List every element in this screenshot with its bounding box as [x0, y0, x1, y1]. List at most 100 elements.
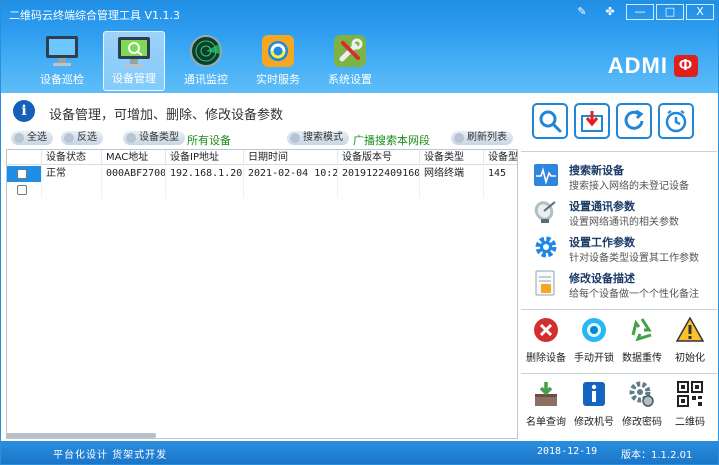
app-window: 二维码云终端综合管理工具 V1.1.3 ✎ ✤ — □ X 设备巡检 设备管理 — [0, 0, 719, 465]
brand-logo: ADMI Φ — [608, 53, 698, 79]
cell-datetime: 2021-02-04 10:24:16 — [243, 166, 337, 182]
device-manage-icon — [114, 34, 154, 70]
clock-button[interactable] — [658, 103, 694, 139]
search-mode-button[interactable]: 搜索模式 — [287, 131, 349, 145]
search-device-icon — [534, 164, 558, 186]
right-panel: 搜索新设备 搜索接入网络的未登记设备 设置通讯参数 设置网络通讯的相关参数 设置… — [521, 97, 717, 439]
table-row[interactable] — [7, 182, 517, 198]
manual-unlock-button[interactable]: 手动开锁 — [571, 310, 617, 366]
cell-datetime — [243, 182, 337, 198]
invert-selection-button[interactable]: 反选 — [61, 131, 103, 145]
change-device-number-button[interactable]: 修改机号 — [571, 374, 617, 430]
tools-icon — [330, 33, 370, 69]
satellite-icon — [534, 201, 556, 223]
action-list: 搜索新设备 搜索接入网络的未登记设备 设置通讯参数 设置网络通讯的相关参数 设置… — [521, 151, 717, 305]
cell-status — [41, 182, 101, 198]
status-bar: 平台化设计 货架式开发 2018-12-19 版本：1.1.2.01 — [1, 441, 718, 464]
qrcode-icon — [677, 381, 703, 407]
minimize-button[interactable]: — — [626, 4, 654, 20]
refresh-icon — [454, 133, 464, 143]
cell-type: 网络终端 — [419, 166, 483, 182]
row-selector — [7, 182, 41, 198]
recycle-icon — [631, 318, 652, 342]
status-date: 2018-12-19 — [537, 446, 598, 457]
nav-device-manage[interactable]: 设备管理 — [103, 31, 165, 91]
nav-realtime-service[interactable]: 实时服务 — [247, 31, 309, 91]
search-new-device-action[interactable]: 搜索新设备 搜索接入网络的未登记设备 — [533, 160, 713, 194]
delete-device-button[interactable]: 删除设备 — [523, 310, 569, 366]
qrcode-button[interactable]: 二维码 — [667, 374, 713, 430]
list-query-button[interactable]: 名单查询 — [523, 374, 569, 430]
invert-icon — [64, 133, 74, 143]
cell-status: 正常 — [41, 166, 101, 182]
operations-row-1: 删除设备 手动开锁 数据重传 初始化 — [521, 309, 717, 369]
device-table: 设备状态 MAC地址 设备IP地址 日期时间 设备版本号 设备类型 设备型号 正… — [6, 149, 518, 439]
skin-icon[interactable]: ✤ — [596, 3, 624, 21]
cell-model: 145 — [483, 166, 517, 182]
col-status[interactable]: 设备状态 — [41, 150, 101, 165]
change-password-button[interactable]: 修改密码 — [619, 374, 665, 430]
search-button[interactable] — [532, 103, 568, 139]
password-gear-icon — [629, 381, 654, 407]
search-mode-icon — [290, 133, 300, 143]
cell-version: 2019122409160100 — [337, 166, 419, 182]
info-icon: i — [13, 100, 35, 122]
cell-ip: 192.168.1.202 — [165, 166, 243, 182]
set-work-params-action[interactable]: 设置工作参数 针对设备类型设置其工作参数 — [533, 232, 713, 266]
search-icon — [539, 110, 562, 133]
refresh-list-button[interactable]: 刷新列表 — [451, 131, 513, 145]
radar-icon — [186, 33, 226, 69]
list-query-icon — [535, 382, 557, 406]
table-header: 设备状态 MAC地址 设备IP地址 日期时间 设备版本号 设备类型 设备型号 — [7, 150, 517, 165]
device-type-value[interactable]: 所有设备 — [187, 132, 231, 148]
monitor-icon — [42, 33, 82, 69]
search-mode-value[interactable]: 广播搜索本网段 — [353, 132, 430, 148]
data-resend-button[interactable]: 数据重传 — [619, 310, 665, 366]
edit-description-action[interactable]: 修改设备描述 给每个设备做一个个性化备注 — [533, 268, 713, 302]
select-all-icon — [14, 133, 24, 143]
table-row[interactable]: 正常 000ABF270031 192.168.1.202 2021-02-04… — [7, 166, 517, 182]
row-checkbox[interactable] — [17, 169, 27, 179]
operations-row-2: 名单查询 修改机号 修改密码 二维码 — [521, 373, 717, 437]
cell-version — [337, 182, 419, 198]
col-model[interactable]: 设备型号 — [483, 150, 517, 165]
nav-device-inspection[interactable]: 设备巡检 — [31, 31, 93, 91]
download-icon — [581, 111, 603, 132]
col-type[interactable]: 设备类型 — [419, 150, 483, 165]
clock-icon — [665, 110, 687, 133]
col-ip[interactable]: 设备IP地址 — [165, 150, 243, 165]
col-mac[interactable]: MAC地址 — [101, 150, 165, 165]
download-button[interactable] — [574, 103, 610, 139]
device-type-button[interactable]: 设备类型 — [123, 131, 185, 145]
initialize-button[interactable]: 初始化 — [667, 310, 713, 366]
cell-mac — [101, 182, 165, 198]
note-icon — [535, 270, 555, 296]
cell-mac: 000ABF270031 — [101, 166, 165, 182]
col-version[interactable]: 设备版本号 — [337, 150, 419, 165]
unlock-icon — [582, 318, 606, 342]
row-selector — [7, 166, 41, 182]
select-all-button[interactable]: 全选 — [11, 131, 53, 145]
refresh-icon — [624, 109, 644, 130]
row-checkbox[interactable] — [17, 185, 27, 195]
gear-icon — [535, 236, 557, 258]
nav-system-settings[interactable]: 系统设置 — [319, 31, 381, 91]
horizontal-scrollbar[interactable] — [6, 433, 156, 438]
top-toolbar: 二维码云终端综合管理工具 V1.1.3 ✎ ✤ — □ X 设备巡检 设备管理 — [1, 1, 718, 93]
maximize-button[interactable]: □ — [656, 4, 684, 20]
window-controls: ✎ ✤ — □ X — [568, 3, 714, 21]
main-nav: 设备巡检 设备管理 通讯监控 实时服务 系统设置 — [31, 31, 391, 91]
col-datetime[interactable]: 日期时间 — [243, 150, 337, 165]
device-type-icon — [126, 133, 136, 143]
brand-mark-icon: Φ — [674, 55, 698, 77]
quick-tools — [532, 103, 700, 139]
status-version: 版本：1.1.2.01 — [621, 450, 693, 461]
nav-comm-monitor[interactable]: 通讯监控 — [175, 31, 237, 91]
cell-model — [483, 182, 517, 198]
edit-icon[interactable]: ✎ — [568, 3, 596, 21]
close-button[interactable]: X — [686, 4, 714, 20]
refresh-button[interactable] — [616, 103, 652, 139]
page-description: 设备管理，可增加、删除、修改设备参数 — [49, 108, 284, 123]
window-title: 二维码云终端综合管理工具 V1.1.3 — [9, 9, 181, 22]
set-comm-params-action[interactable]: 设置通讯参数 设置网络通讯的相关参数 — [533, 196, 713, 230]
